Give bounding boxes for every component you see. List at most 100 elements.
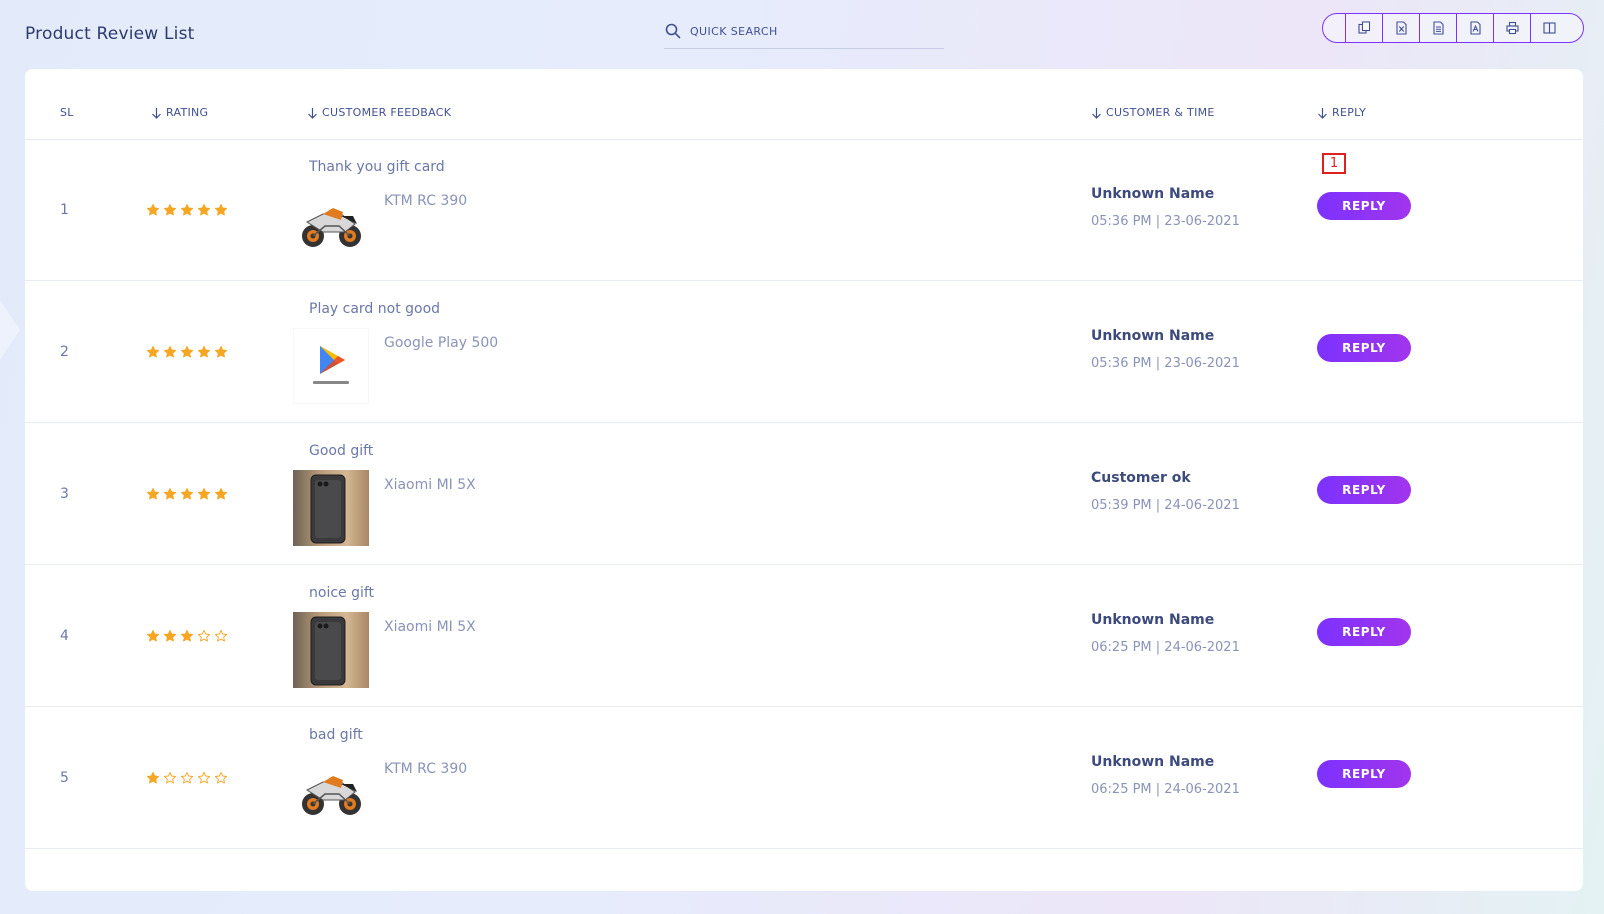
print-button[interactable]: [1493, 14, 1530, 42]
column-header-label: SL: [60, 106, 74, 119]
customer-feedback-text: Good gift: [309, 443, 374, 459]
motorcycle-image: [293, 754, 369, 830]
star-filled-icon: [163, 629, 177, 641]
star-rating: [146, 281, 228, 422]
review-time: 06:25 PM | 24-06-2021: [1091, 640, 1240, 655]
customer-feedback-text: Play card not good: [309, 301, 441, 317]
customer-name: Unknown Name: [1091, 612, 1215, 628]
star-filled-icon: [163, 487, 177, 499]
star-filled-icon: [214, 345, 228, 357]
product-name: Xiaomi MI 5X: [384, 619, 476, 635]
star-filled-icon: [163, 345, 177, 357]
star-filled-icon: [180, 345, 194, 357]
export-toolbar: [1322, 13, 1584, 43]
star-filled-icon: [180, 203, 194, 215]
sort-arrow-icon: [1318, 107, 1327, 119]
sort-arrow-icon: [152, 107, 161, 119]
csv-button[interactable]: [1419, 14, 1456, 42]
reply-button[interactable]: REPLY: [1317, 476, 1411, 504]
row-sl: 2: [60, 343, 69, 360]
star-filled-icon: [146, 771, 160, 783]
row-sl: 3: [60, 485, 69, 502]
google-play-image: [293, 328, 369, 404]
copy-icon: [1357, 21, 1370, 34]
review-time: 05:36 PM | 23-06-2021: [1091, 356, 1240, 371]
star-rating: [146, 139, 228, 280]
row-sl: 5: [60, 769, 69, 786]
customer-feedback-text: noice gift: [309, 585, 375, 601]
column-header-label: CUSTOMER & TIME: [1106, 106, 1215, 119]
row-sl: 4: [60, 627, 69, 644]
customer-feedback-text: bad gift: [309, 727, 363, 743]
review-time: 05:36 PM | 23-06-2021: [1091, 214, 1240, 229]
pdf-button[interactable]: [1456, 14, 1493, 42]
quick-search[interactable]: [664, 14, 944, 49]
column-header-rating[interactable]: RATING: [151, 106, 208, 119]
reply-button[interactable]: REPLY: [1317, 618, 1411, 646]
phone-image: [293, 470, 369, 546]
star-filled-icon: [163, 203, 177, 215]
customer-feedback-text: Thank you gift card: [309, 159, 445, 175]
sort-arrow-icon: [1092, 107, 1101, 119]
star-filled-icon: [180, 629, 194, 641]
table-row: 5 bad gift KTM RC 390 Unknown Name 06:25 PM …: [25, 707, 1583, 849]
product-name: Google Play 500: [384, 335, 499, 351]
product-name: Xiaomi MI 5X: [384, 477, 476, 493]
excel-button[interactable]: [1382, 14, 1419, 42]
star-rating: [146, 423, 228, 564]
columns-button[interactable]: [1530, 14, 1567, 42]
column-header-customer[interactable]: CUSTOMER & TIME: [1091, 106, 1215, 119]
reply-button[interactable]: REPLY: [1317, 192, 1411, 220]
star-empty-icon: [163, 771, 177, 783]
search-input[interactable]: [690, 24, 930, 38]
star-filled-icon: [146, 345, 160, 357]
print-icon: [1505, 21, 1519, 35]
column-header-sl[interactable]: SL: [60, 106, 74, 119]
table-row: 4 noice gift Xiaomi MI 5X Unknown Name 06:25…: [25, 565, 1583, 707]
column-header-label: CUSTOMER FEEDBACK: [322, 106, 452, 119]
star-empty-icon: [180, 771, 194, 783]
star-empty-icon: [197, 771, 211, 783]
motorcycle-image: [293, 186, 369, 262]
star-filled-icon: [146, 629, 160, 641]
product-name: KTM RC 390: [384, 761, 468, 777]
customer-name: Unknown Name: [1091, 328, 1215, 344]
pdf-icon: [1469, 21, 1481, 35]
star-filled-icon: [214, 487, 228, 499]
reply-button[interactable]: REPLY: [1317, 334, 1411, 362]
star-rating: [146, 707, 228, 848]
star-filled-icon: [146, 487, 160, 499]
column-header-label: REPLY: [1332, 106, 1367, 119]
star-filled-icon: [214, 203, 228, 215]
product-name: KTM RC 390: [384, 193, 468, 209]
customer-name: Customer ok: [1091, 470, 1191, 486]
excel-icon: [1395, 21, 1407, 35]
review-time: 05:39 PM | 24-06-2021: [1091, 498, 1240, 513]
star-empty-icon: [197, 629, 211, 641]
phone-image: [293, 612, 369, 688]
row-sl: 1: [60, 201, 69, 218]
customer-name: Unknown Name: [1091, 186, 1215, 202]
customer-name: Unknown Name: [1091, 754, 1215, 770]
copy-button[interactable]: [1345, 14, 1382, 42]
table-header: SL RATING CUSTOMER FEEDBACK CUSTOMER & T…: [25, 69, 1583, 140]
review-table-card: SL RATING CUSTOMER FEEDBACK CUSTOMER & T…: [25, 69, 1583, 891]
star-filled-icon: [197, 487, 211, 499]
star-empty-icon: [214, 771, 228, 783]
star-empty-icon: [214, 629, 228, 641]
star-filled-icon: [197, 345, 211, 357]
table-row: 1 Thank you gift card KTM RC 390 Unknown Na…: [25, 139, 1583, 281]
star-filled-icon: [146, 203, 160, 215]
search-icon: [665, 23, 681, 39]
column-header-feedback[interactable]: CUSTOMER FEEDBACK: [307, 106, 451, 119]
table-row: 2 Play card not good Google Play 500 Unknow…: [25, 281, 1583, 423]
reply-button[interactable]: REPLY: [1317, 760, 1411, 788]
columns-icon: [1542, 22, 1556, 34]
star-filled-icon: [197, 203, 211, 215]
page-title: Product Review List: [25, 24, 195, 44]
column-header-reply[interactable]: REPLY: [1317, 106, 1366, 119]
annotation-badge: 1: [1322, 153, 1346, 174]
csv-icon: [1432, 21, 1444, 35]
background-decoration: [0, 300, 20, 360]
